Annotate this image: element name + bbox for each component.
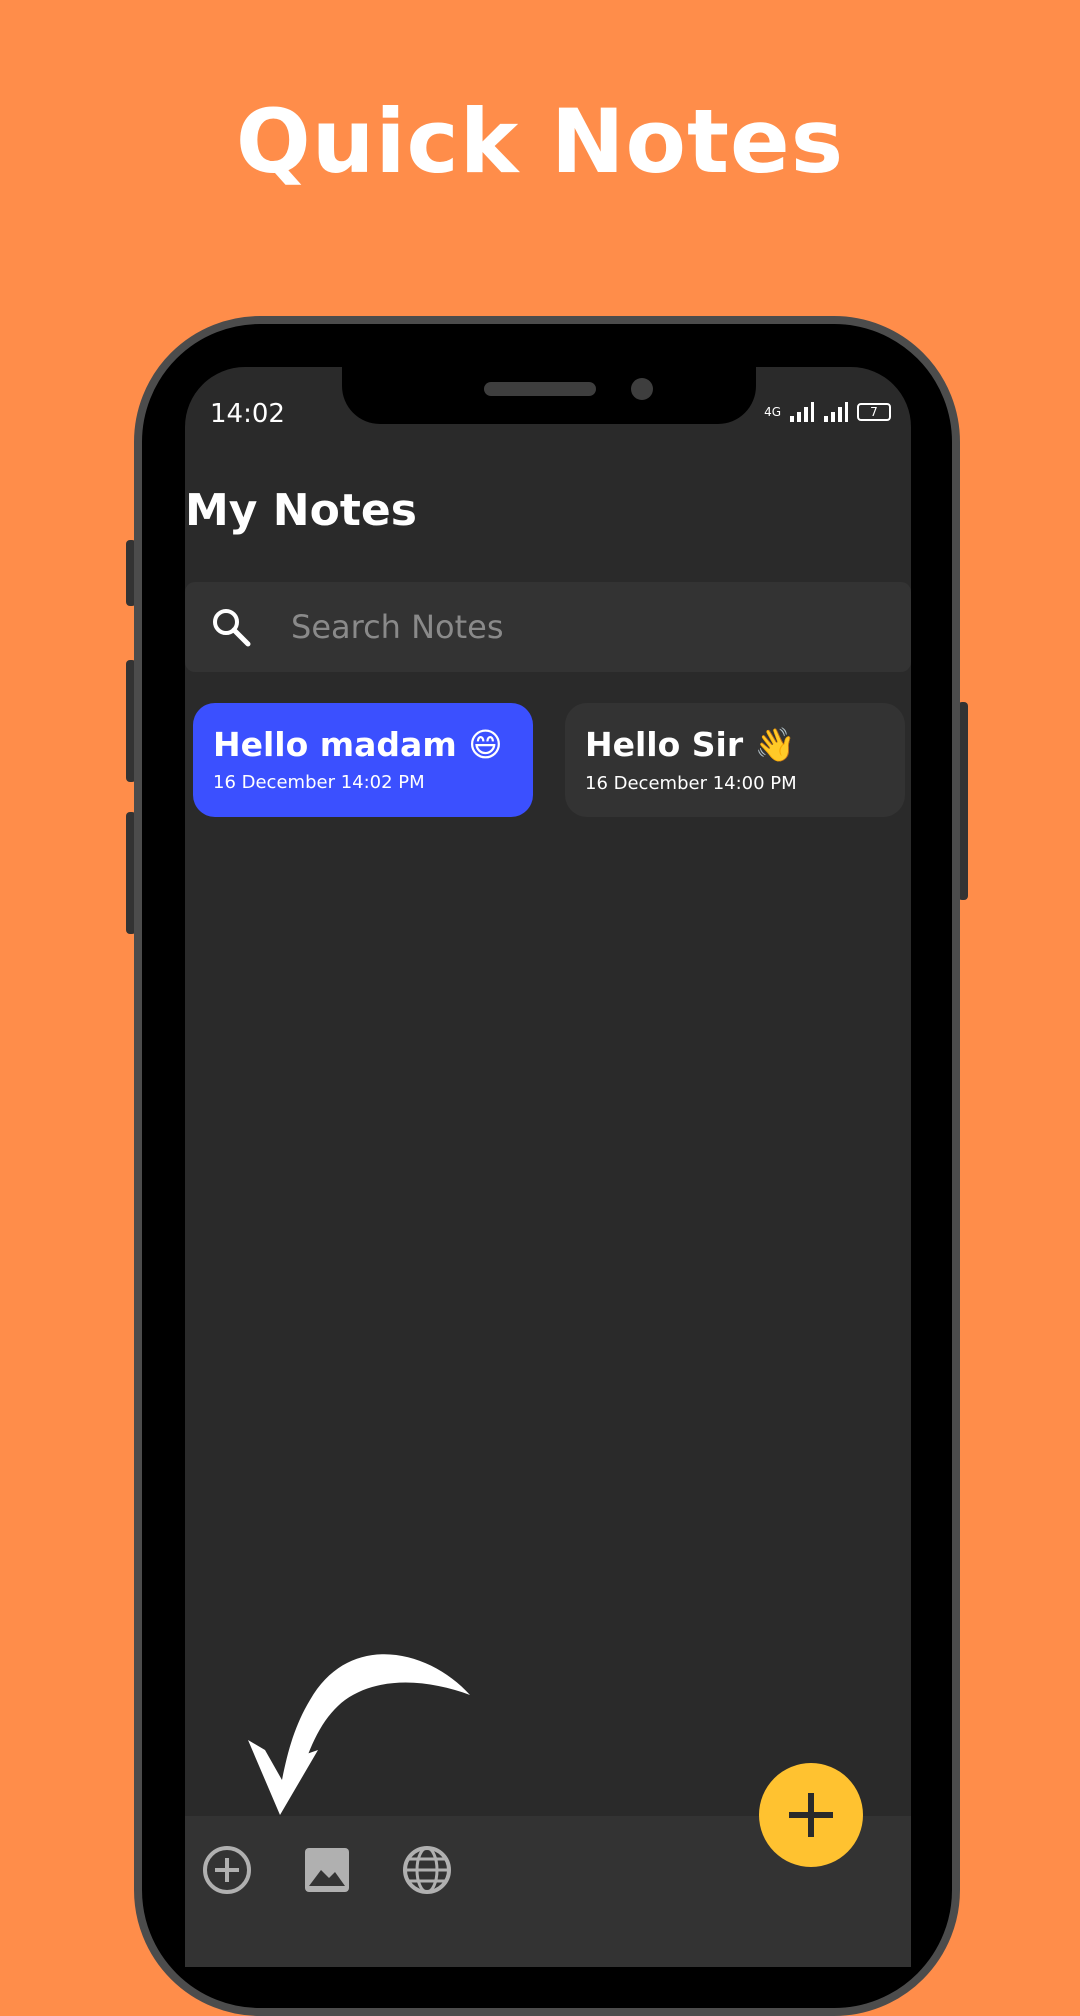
signal-icon (790, 402, 814, 422)
curved-arrow-icon (248, 1654, 470, 1815)
note-card[interactable]: Hello Sir 👋 16 December 14:00 PM (565, 703, 905, 817)
note-title: Hello madam 😄 (213, 725, 503, 764)
add-circle-icon[interactable] (201, 1844, 253, 1896)
network-type-label: 4G (764, 405, 781, 419)
speaker-grill (484, 382, 596, 396)
globe-icon[interactable] (401, 1844, 453, 1896)
front-camera (631, 378, 653, 400)
image-icon[interactable] (301, 1844, 353, 1896)
battery-icon: 7 (857, 403, 891, 421)
status-icons: 4G 7 (764, 401, 891, 423)
signal-icon (824, 402, 848, 422)
phone-notch (342, 367, 756, 424)
status-time: 14:02 (210, 399, 285, 429)
add-note-button[interactable] (759, 1763, 863, 1867)
promo-headline: Quick Notes (235, 90, 845, 193)
search-input[interactable]: Search Notes (291, 608, 504, 646)
search-bar[interactable]: Search Notes (185, 582, 911, 672)
battery-level: 7 (870, 405, 878, 419)
note-card[interactable]: Hello madam 😄 16 December 14:02 PM (193, 703, 533, 817)
search-icon (213, 609, 251, 647)
note-title: Hello Sir 👋 (585, 725, 796, 764)
note-date: 16 December 14:00 PM (585, 773, 797, 794)
note-date: 16 December 14:02 PM (213, 772, 425, 793)
page-title: My Notes (185, 485, 417, 536)
plus-icon (789, 1793, 833, 1837)
